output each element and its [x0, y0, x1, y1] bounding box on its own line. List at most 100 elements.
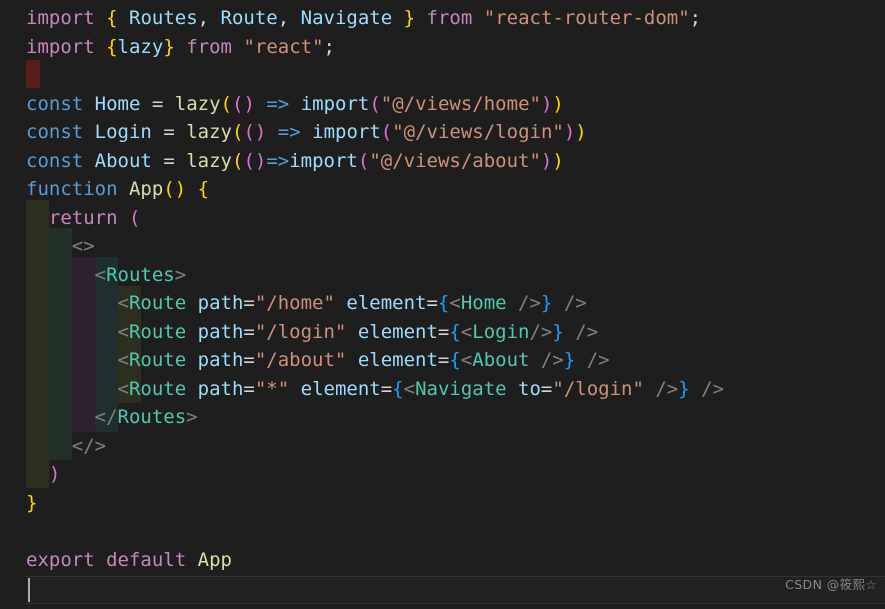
code-line-10[interactable]: <Routes>: [26, 261, 187, 290]
token: element: [300, 378, 381, 400]
token: path: [197, 378, 244, 400]
token: const: [26, 150, 84, 172]
token: {: [449, 349, 461, 371]
code-line-5[interactable]: const Login = lazy(() => import("@/views…: [26, 118, 587, 147]
token: ): [563, 121, 576, 143]
token: }: [540, 292, 553, 314]
code-line-20[interactable]: export default App: [26, 546, 232, 575]
token: =: [243, 321, 255, 343]
token: {: [392, 378, 404, 400]
watermark-label: CSDN @筱熙☆: [785, 577, 877, 593]
token: ): [254, 150, 267, 172]
token: Login: [94, 121, 152, 143]
code-line-7[interactable]: function App() {: [26, 175, 209, 204]
current-line-highlight: [26, 576, 885, 604]
token: (: [163, 178, 175, 200]
token: <: [117, 321, 129, 343]
token: ): [174, 178, 187, 200]
token: <: [449, 292, 461, 314]
code-line-8[interactable]: return (: [26, 204, 141, 233]
token: =>: [266, 93, 290, 115]
token: path: [197, 321, 244, 343]
token: ): [243, 93, 255, 115]
token: (: [380, 121, 393, 143]
code-line-16[interactable]: </>: [26, 432, 106, 461]
code-line-15[interactable]: </Routes>: [26, 403, 198, 432]
token: "/login": [254, 321, 347, 343]
code-line-9[interactable]: <>: [26, 232, 95, 261]
token: Route: [128, 378, 187, 400]
code-line-17[interactable]: ): [26, 460, 60, 489]
token: element: [357, 349, 438, 371]
token: import: [312, 121, 381, 143]
token: lazy: [174, 93, 221, 115]
token: Home: [460, 292, 507, 314]
token: {: [437, 292, 450, 314]
token: =: [151, 93, 164, 115]
code-line-11[interactable]: <Route path="/home" element={<Home />} /…: [26, 289, 587, 318]
code-line-13[interactable]: <Route path="/about" element={<About />}…: [26, 346, 610, 375]
token: <: [460, 321, 473, 343]
token: "react-router-dom": [483, 7, 690, 29]
token: "react": [243, 36, 324, 58]
token: "*": [254, 378, 290, 400]
token: element: [357, 321, 438, 343]
token: "@/views/home": [380, 93, 541, 115]
token: =: [243, 349, 255, 371]
token: />: [518, 292, 541, 314]
token: ): [48, 463, 61, 485]
token: =>: [266, 150, 290, 172]
code-editor-pane[interactable]: import { Routes, Route, Navigate } from …: [0, 0, 885, 609]
token: from: [186, 36, 232, 58]
code-line-14[interactable]: <Route path="*" element={<Navigate to="/…: [26, 375, 725, 404]
token: Routes: [117, 406, 187, 428]
token: (: [231, 150, 244, 172]
token: ): [575, 121, 587, 143]
token: <: [117, 349, 129, 371]
token: About: [94, 150, 152, 172]
token: (: [231, 121, 244, 143]
code-line-18[interactable]: }: [26, 489, 37, 518]
token: "@/views/about": [369, 150, 541, 172]
token: Navigate: [415, 378, 507, 400]
token: export: [26, 549, 95, 571]
token: />: [586, 349, 610, 371]
token: function: [26, 178, 118, 200]
token: import: [289, 150, 358, 172]
token: (: [369, 93, 381, 115]
code-line-2[interactable]: import {lazy} from "react";: [26, 33, 335, 62]
code-line-6[interactable]: const About = lazy(()=>import("@/views/a…: [26, 147, 564, 176]
token: ;: [689, 7, 702, 29]
token: }: [403, 7, 416, 29]
token: =: [163, 150, 175, 172]
token: Routes: [106, 264, 175, 286]
code-line-12[interactable]: <Route path="/login" element={<Login/>} …: [26, 318, 599, 347]
token: =: [437, 321, 450, 343]
code-line-4[interactable]: const Home = lazy(() => import("@/views/…: [26, 90, 564, 119]
token: =: [426, 292, 438, 314]
code-line-1[interactable]: import { Routes, Route, Navigate } from …: [26, 4, 701, 33]
token: element: [346, 292, 427, 314]
